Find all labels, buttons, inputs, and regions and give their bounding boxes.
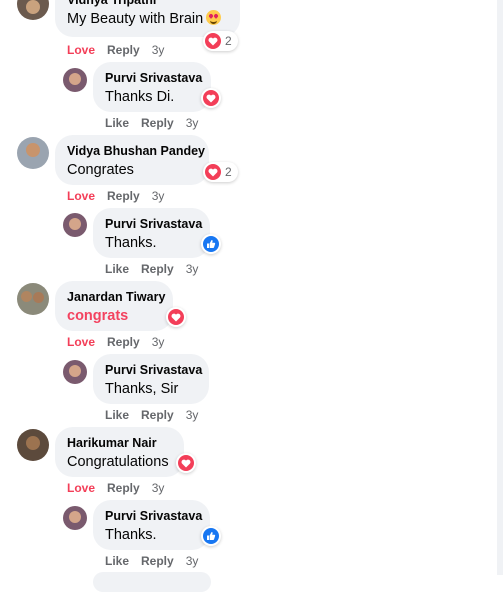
commenter-name[interactable]: Vidhya Tripathi	[67, 0, 228, 8]
reply-button[interactable]: Reply	[141, 408, 174, 422]
scrollbar-track[interactable]	[497, 0, 503, 575]
timestamp[interactable]: 3y	[152, 43, 165, 57]
avatar[interactable]	[63, 213, 87, 237]
reply-button[interactable]: Reply	[141, 554, 174, 568]
reply-bubble: Purvi Srivastava Thanks.	[93, 500, 210, 550]
commenter-name[interactable]: Harikumar Nair	[67, 435, 172, 451]
avatar[interactable]	[17, 0, 49, 20]
commenter-name[interactable]: Purvi Srivastava	[105, 362, 202, 378]
reaction-count[interactable]	[201, 88, 221, 108]
reaction-number: 2	[225, 34, 232, 48]
timestamp[interactable]: 3y	[186, 554, 199, 568]
commenter-name[interactable]: Vidya Bhushan Pandey	[67, 143, 205, 159]
reply-actions: Like Reply 3y	[105, 408, 210, 422]
comment-actions: Love Reply 3y	[67, 481, 176, 495]
timestamp[interactable]: 3y	[186, 408, 199, 422]
heart-icon	[205, 33, 221, 49]
like-icon	[203, 236, 219, 252]
comment-text: Congratulations	[67, 454, 169, 470]
reaction-count[interactable]: 2	[203, 162, 238, 182]
comment-bubble: Harikumar Nair Congratulations	[55, 427, 184, 477]
love-button[interactable]: Love	[67, 43, 95, 57]
commenter-name[interactable]: Janardan Tiwary	[67, 289, 165, 305]
heart-icon	[178, 455, 194, 471]
reply-bubble: Purvi Srivastava Thanks.	[93, 208, 210, 258]
reply-actions: Like Reply 3y	[105, 116, 210, 130]
comment-actions: Love Reply 3y	[67, 43, 176, 57]
commenter-name[interactable]: Purvi Srivastava	[105, 216, 202, 232]
avatar[interactable]	[17, 429, 49, 461]
like-button[interactable]: Like	[105, 408, 129, 422]
reply-button[interactable]: Reply	[141, 116, 174, 130]
reply-actions: Like Reply 3y	[105, 262, 210, 276]
reaction-number: 2	[225, 165, 232, 179]
next-reply-bubble	[93, 572, 211, 592]
reaction-count[interactable]	[201, 526, 221, 546]
reply-button[interactable]: Reply	[107, 335, 140, 349]
heart-eyes-emoji-icon	[206, 10, 222, 25]
reaction-count[interactable]	[201, 234, 221, 254]
reaction-count[interactable]: 2	[203, 31, 238, 51]
comment-bubble: Janardan Tiwary congrats	[55, 281, 173, 331]
comment-bubble: Vidya Bhushan Pandey Congrates	[55, 135, 209, 185]
comment-text: My Beauty with Brain	[67, 10, 228, 29]
love-button[interactable]: Love	[67, 189, 95, 203]
avatar[interactable]	[63, 68, 87, 92]
comment-actions: Love Reply 3y	[67, 189, 176, 203]
heart-icon	[168, 309, 184, 325]
reply-text: Thanks.	[105, 527, 157, 543]
avatar[interactable]	[17, 137, 49, 169]
timestamp[interactable]: 3y	[152, 481, 165, 495]
heart-icon	[203, 90, 219, 106]
reply-bubble: Purvi Srivastava Thanks, Sir	[93, 354, 209, 404]
timestamp[interactable]: 3y	[152, 335, 165, 349]
like-button[interactable]: Like	[105, 554, 129, 568]
commenter-name[interactable]: Purvi Srivastava	[105, 508, 202, 524]
timestamp[interactable]: 3y	[186, 116, 199, 130]
comment-text: Congrates	[67, 162, 134, 178]
reply-bubble: Purvi Srivastava Thanks Di.	[93, 62, 211, 112]
reaction-count[interactable]	[166, 307, 186, 327]
love-button[interactable]: Love	[67, 481, 95, 495]
reply-text: Thanks.	[105, 235, 157, 251]
like-icon	[203, 528, 219, 544]
reply-button[interactable]: Reply	[141, 262, 174, 276]
commenter-name[interactable]: Purvi Srivastava	[105, 70, 202, 86]
reply-button[interactable]: Reply	[107, 43, 140, 57]
reaction-count[interactable]	[176, 453, 196, 473]
comment-text: congrats	[67, 308, 129, 324]
like-button[interactable]: Like	[105, 262, 129, 276]
reply-button[interactable]: Reply	[107, 189, 140, 203]
love-button[interactable]: Love	[67, 335, 95, 349]
avatar[interactable]	[17, 283, 49, 315]
reply-actions: Like Reply 3y	[105, 554, 210, 568]
avatar[interactable]	[63, 506, 87, 530]
timestamp[interactable]: 3y	[152, 189, 165, 203]
avatar[interactable]	[63, 360, 87, 384]
heart-icon	[205, 164, 221, 180]
reply-text: Thanks, Sir	[105, 381, 179, 397]
reply-button[interactable]: Reply	[107, 481, 140, 495]
comment-actions: Love Reply 3y	[67, 335, 176, 349]
timestamp[interactable]: 3y	[186, 262, 199, 276]
reply-text: Thanks Di.	[105, 89, 175, 105]
like-button[interactable]: Like	[105, 116, 129, 130]
